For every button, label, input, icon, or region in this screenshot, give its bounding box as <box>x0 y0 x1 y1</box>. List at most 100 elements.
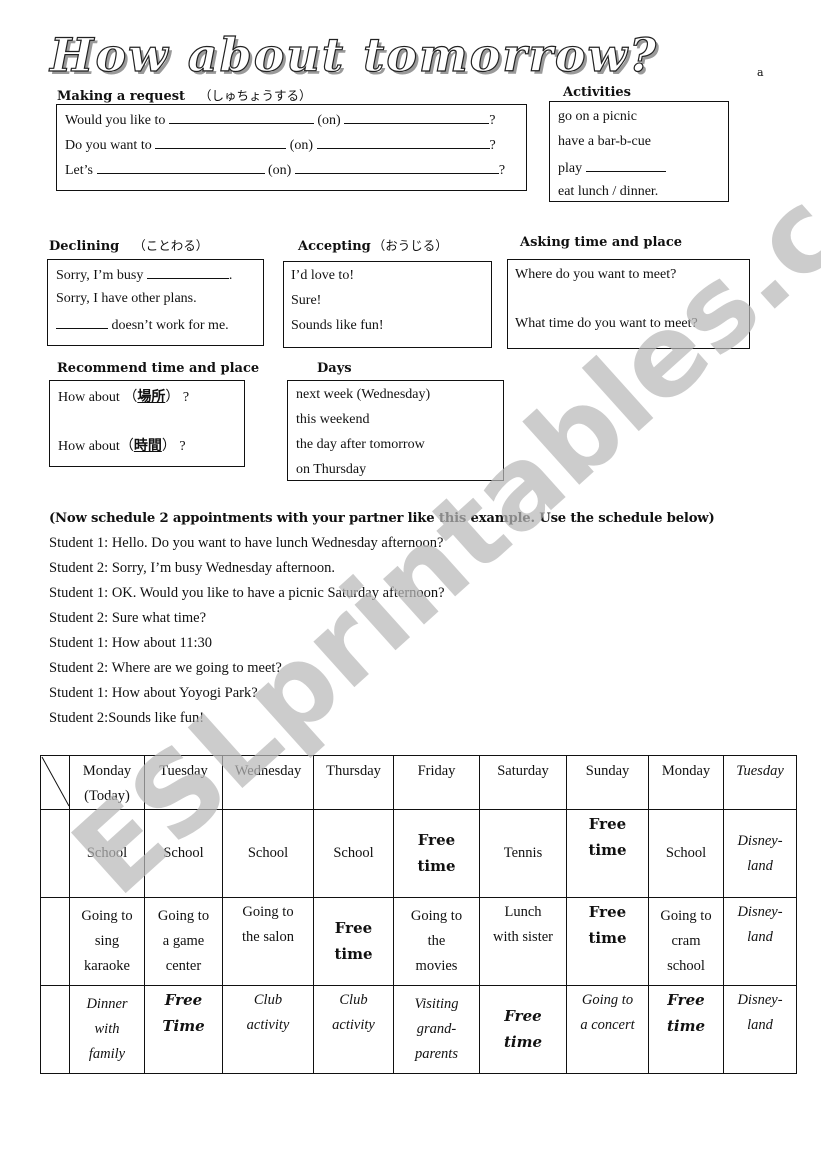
asking-item: What time do you want to meet? <box>515 316 698 331</box>
accepting-heading: Accepting （おうじる） <box>298 235 448 254</box>
schedule-cell: School <box>144 809 223 898</box>
schedule-cell: Dinner with family <box>69 985 145 1074</box>
schedule-table: Monday (Today) Tuesday Wednesday Thursday Fr… <box>40 755 797 1074</box>
recommend-item-end: ? <box>179 439 186 454</box>
row-label-cell <box>40 897 70 986</box>
blank-field[interactable] <box>96 161 265 174</box>
schedule-cell: Free time <box>648 985 724 1074</box>
diagonal-line-icon <box>41 756 69 807</box>
free-time-label: Free Time <box>162 991 205 1035</box>
accepting-box: I’d love to! Sure! Sounds like fun! <box>283 261 492 348</box>
recommend-item: How about（時間） ? <box>58 439 186 454</box>
recommend-item-text: How about <box>58 439 120 454</box>
recommend-heading: Recommend time and place <box>57 361 260 376</box>
place-placeholder: 場所 <box>137 390 166 405</box>
day-header-label: Monday <box>661 763 711 779</box>
corner-cell <box>40 755 70 810</box>
recommend-item: How about （場所） ? <box>58 390 190 405</box>
request-line-mid: (on) <box>289 138 314 153</box>
day-header-label: Tuesday <box>159 763 208 779</box>
activity-item: play <box>558 159 666 177</box>
schedule-cell: Visiting grand- parents <box>393 985 480 1074</box>
declining-item: Sorry, I have other plans. <box>56 291 197 306</box>
blank-field[interactable] <box>316 136 490 149</box>
blank-field[interactable] <box>344 111 490 124</box>
making-request-box: Would you like to (on) ? Do you want to … <box>56 104 527 191</box>
schedule-cell: Free time <box>479 985 567 1074</box>
dialog-line: Student 1: How about 11:30 <box>49 635 212 651</box>
request-line-mid: (on) <box>268 163 292 178</box>
asking-heading: Asking time and place <box>520 235 683 250</box>
day-header-label: Saturday <box>497 763 549 779</box>
instructions: (Now schedule 2 appointments with your p… <box>49 511 715 526</box>
request-line-end: ? <box>489 113 496 128</box>
day-header-cell: Monday (Today) <box>69 755 145 810</box>
free-time-label: Free time <box>588 903 627 947</box>
activity-item: have a bar-b-cue <box>558 134 651 149</box>
days-item: next week (Wednesday) <box>296 387 431 402</box>
recommend-item-text: How about <box>58 390 120 405</box>
schedule-cell: Going to sing karaoke <box>69 897 145 986</box>
accepting-item: Sure! <box>291 293 322 308</box>
day-header-cell: Saturday <box>479 755 567 810</box>
title-mark: a <box>757 66 764 79</box>
blank-field[interactable] <box>146 266 229 279</box>
schedule-cell: Free time <box>313 897 394 986</box>
activity-label: Going to the movies <box>410 908 463 974</box>
blank-field[interactable] <box>155 136 287 149</box>
blank-field[interactable] <box>585 159 666 172</box>
activity-label: Going to a game center <box>157 908 210 974</box>
day-header-label: Thursday <box>326 763 381 779</box>
activity-label: School <box>247 845 289 861</box>
days-box: next week (Wednesday) this weekend the d… <box>287 380 504 481</box>
blank-field[interactable] <box>168 111 314 124</box>
request-line: Do you want to (on) ? <box>65 136 496 154</box>
schedule-row: School School School School Free time Tennis F… <box>40 809 797 898</box>
request-line: Would you like to (on) ? <box>65 111 495 129</box>
declining-heading: Declining （ことわる） <box>49 235 208 254</box>
dialog-line: Student 2: Where are we going to meet? <box>49 660 282 676</box>
activity-item: go on a picnic <box>558 109 637 124</box>
request-line-end: ? <box>489 138 496 153</box>
activity-label: Club activity <box>246 992 290 1033</box>
day-header-label: Friday <box>417 763 456 779</box>
example-dialog: Student 1: Hello. Do you want to have lu… <box>49 535 445 735</box>
day-header-label: Wednesday <box>234 763 302 779</box>
schedule-cell: Going to the movies <box>393 897 480 986</box>
schedule-cell: Disney- land <box>723 809 797 898</box>
asking-item: Where do you want to meet? <box>515 267 677 282</box>
declining-heading-label: Declining <box>49 239 120 254</box>
dialog-line: Student 1: Hello. Do you want to have lu… <box>49 535 444 551</box>
accepting-item: Sounds like fun! <box>291 318 384 333</box>
schedule-row: Going to sing karaoke Going to a game cen… <box>40 897 797 986</box>
declining-heading-jp: （ことわる） <box>133 238 209 253</box>
activity-label: Disney- land <box>737 832 783 874</box>
request-line-start: Would you like to <box>65 113 166 128</box>
schedule-cell: Free time <box>566 809 649 898</box>
days-item: on Thursday <box>296 462 367 477</box>
blank-field[interactable] <box>294 161 499 174</box>
day-header-label: Tuesday <box>736 763 784 779</box>
activities-heading: Activities <box>563 85 631 100</box>
free-time-label: Free time <box>503 1006 543 1051</box>
declining-item-text: Sorry, I’m busy <box>56 268 144 283</box>
accepting-heading-label: Accepting <box>298 239 371 254</box>
activity-label: Going to sing karaoke <box>81 908 133 974</box>
activity-label: Going to cram school <box>660 908 712 974</box>
schedule-cell: Free Time <box>144 985 223 1074</box>
accepting-heading-jp: （おうじる） <box>372 238 448 253</box>
schedule-cell: Free time <box>393 809 480 898</box>
day-header-cell: Monday <box>648 755 724 810</box>
schedule-cell: Going to the salon <box>222 897 314 986</box>
blank-field[interactable] <box>56 316 108 329</box>
schedule-cell: Going to a game center <box>144 897 223 986</box>
activity-label: School <box>665 845 707 861</box>
free-time-label: Free time <box>334 918 373 963</box>
schedule-cell: Going to a concert <box>566 985 649 1074</box>
activity-label: Disney- land <box>737 904 783 945</box>
schedule-cell: Tennis <box>479 809 567 898</box>
recommend-item-end: ? <box>182 390 190 405</box>
schedule-cell: School <box>69 809 145 898</box>
day-header-label: Monday (Today) <box>82 763 132 804</box>
activity-label: Club activity <box>332 992 375 1033</box>
